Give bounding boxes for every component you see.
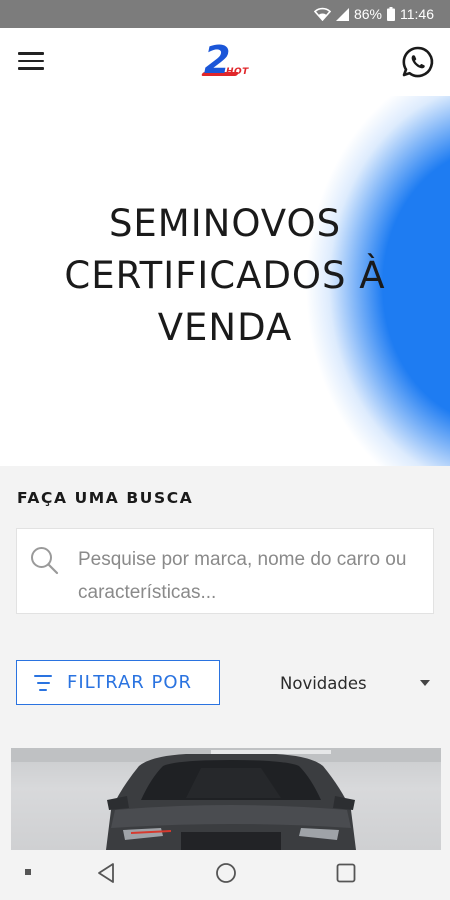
search-icon xyxy=(31,547,59,575)
whatsapp-icon[interactable] xyxy=(400,44,436,80)
clock: 11:46 xyxy=(400,6,434,22)
system-nav-bar xyxy=(0,850,450,900)
logo-text: HOT xyxy=(226,67,249,77)
sort-selected-value: Novidades xyxy=(280,673,367,693)
status-bar: 86% 11:46 xyxy=(0,0,450,28)
app-header: 2 HOT xyxy=(0,28,450,96)
logo[interactable]: 2 HOT xyxy=(196,38,252,86)
search-section: FAÇA UMA BUSCA Pesquise por marca, nome … xyxy=(0,466,450,850)
filter-button-label: FILTRAR POR xyxy=(67,672,193,693)
home-icon[interactable] xyxy=(214,861,238,885)
car-listing-card[interactable] xyxy=(11,748,441,850)
hamburger-menu-icon[interactable] xyxy=(14,46,48,76)
wifi-icon xyxy=(313,7,331,21)
back-icon[interactable] xyxy=(94,861,118,885)
app-screen: 86% 11:46 2 HOT SEMINOVOS CERTIFICADOS À… xyxy=(0,0,450,900)
filter-icon xyxy=(33,674,53,691)
hero-banner: SEMINOVOS CERTIFICADOS À VENDA xyxy=(0,96,450,466)
recents-icon[interactable] xyxy=(334,861,358,885)
search-input[interactable]: Pesquise por marca, nome do carro ou car… xyxy=(16,528,434,614)
hero-title-line3: VENDA xyxy=(157,306,293,349)
filter-button[interactable]: FILTRAR POR xyxy=(16,660,220,705)
hero-title: SEMINOVOS CERTIFICADOS À VENDA xyxy=(0,198,450,354)
battery-icon xyxy=(387,7,395,21)
battery-percent: 86% xyxy=(353,6,382,22)
search-placeholder: Pesquise por marca, nome do carro ou car… xyxy=(78,549,407,603)
sort-dropdown[interactable]: Novidades xyxy=(280,668,436,698)
chevron-down-icon xyxy=(420,680,430,686)
signal-icon xyxy=(335,7,349,21)
hero-title-line2: CERTIFICADOS À xyxy=(64,254,386,297)
car-photo xyxy=(11,748,441,850)
dot-icon[interactable] xyxy=(25,869,31,875)
search-heading: FAÇA UMA BUSCA xyxy=(17,489,194,507)
hero-title-line1: SEMINOVOS xyxy=(108,202,342,245)
